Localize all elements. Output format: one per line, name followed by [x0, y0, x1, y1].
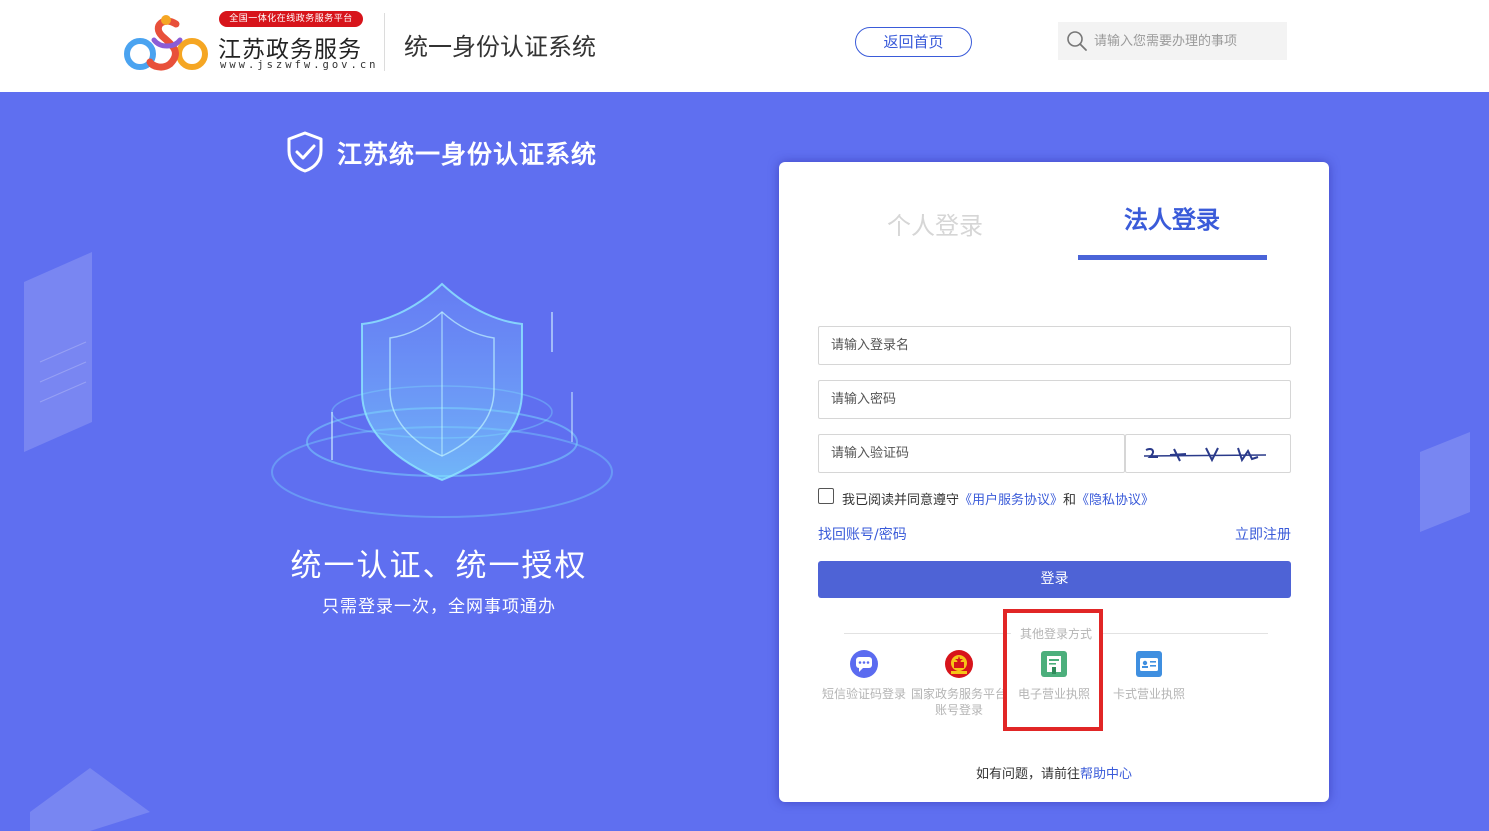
- jiangsu-logo-icon[interactable]: [124, 12, 208, 74]
- sms-login-option[interactable]: 短信验证码登录: [816, 649, 912, 702]
- register-link[interactable]: 立即注册: [1235, 524, 1291, 544]
- shield-illustration-icon: [271, 282, 613, 518]
- card-license-label: 卡式营业执照: [1112, 687, 1185, 701]
- agreement-prefix: 我已阅读并同意遵守: [842, 493, 960, 508]
- login-button[interactable]: 登录: [818, 561, 1291, 598]
- active-tab-indicator: [1078, 255, 1267, 260]
- agreement-checkbox[interactable]: [818, 488, 834, 504]
- home-button[interactable]: 返回首页: [855, 27, 972, 57]
- card-license-login-option[interactable]: 卡式营业执照: [1101, 649, 1197, 702]
- system-title: 统一身份认证系统: [404, 33, 596, 61]
- highlight-annotation-box: [1003, 609, 1103, 731]
- login-card: 个人登录 法人登录 我已阅读并同意遵守《用户服务协议》和《隐私协议》 找回账号/…: [779, 162, 1329, 802]
- agreement-and: 和: [1063, 493, 1077, 508]
- shield-check-icon: [287, 131, 323, 173]
- help-center-link[interactable]: 帮助中心: [1080, 767, 1132, 782]
- national-platform-login-label: 国家政务服务平台账号登录: [911, 687, 1008, 717]
- search-input[interactable]: [1094, 22, 1284, 60]
- captcha-glyphs-icon: [1143, 447, 1267, 463]
- captcha-image[interactable]: [1125, 434, 1291, 473]
- sms-login-label: 短信验证码登录: [821, 687, 906, 701]
- national-emblem-icon: [945, 650, 973, 678]
- brand-badge: 全国一体化在线政务服务平台: [219, 11, 363, 27]
- header-divider: [384, 13, 385, 71]
- help-prefix: 如有问题，请前往: [975, 767, 1080, 782]
- top-header: 全国一体化在线政务服务平台 江苏政务服务 www.jszwfw.gov.cn 统…: [0, 0, 1489, 92]
- tab-personal-login[interactable]: 个人登录: [840, 206, 1030, 241]
- hero-sub-slogan: 只需登录一次，全网事项通办: [322, 597, 556, 617]
- help-row: 如有问题，请前往帮助中心: [779, 763, 1329, 782]
- username-input[interactable]: [818, 326, 1291, 365]
- brand-url: www.jszwfw.gov.cn: [220, 59, 379, 71]
- password-input[interactable]: [818, 380, 1291, 419]
- hero-slogan: 统一认证、统一授权: [290, 548, 588, 584]
- agreement-text: 我已阅读并同意遵守《用户服务协议》和《隐私协议》: [842, 489, 1154, 508]
- id-card-icon: [1136, 651, 1162, 677]
- tab-legal-login[interactable]: 法人登录: [1077, 200, 1267, 235]
- privacy-agreement-link[interactable]: 《隐私协议》: [1076, 493, 1154, 508]
- chat-bubble-icon: [850, 650, 878, 678]
- service-agreement-link[interactable]: 《用户服务协议》: [959, 493, 1063, 508]
- forgot-password-link[interactable]: 找回账号/密码: [818, 524, 907, 544]
- captcha-input[interactable]: [818, 434, 1125, 473]
- hero-title: 江苏统一身份认证系统: [337, 140, 598, 169]
- national-platform-login-option[interactable]: 国家政务服务平台账号登录: [911, 649, 1007, 718]
- search-icon[interactable]: [1066, 30, 1088, 52]
- search-box: [1058, 22, 1287, 60]
